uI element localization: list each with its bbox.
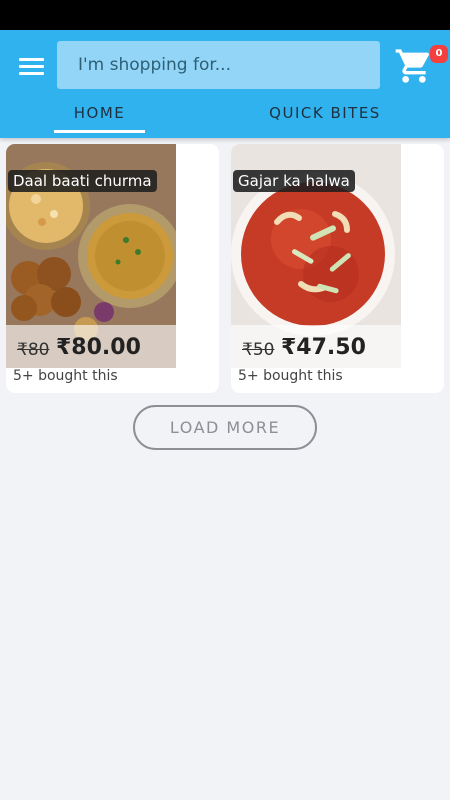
status-bar [0, 0, 450, 30]
cart-icon [395, 49, 430, 83]
product-card[interactable]: Daal baati churma ₹80 ₹80.00 5+ bought t… [6, 144, 219, 393]
tab-home[interactable]: HOME [54, 104, 145, 122]
original-price: ₹80 [17, 340, 50, 360]
cart-count-badge: 0 [430, 45, 448, 63]
sale-price: ₹47.50 [281, 335, 366, 360]
bought-count: 5+ bought this [13, 368, 118, 384]
search-input[interactable] [57, 41, 380, 89]
app-header: 0 HOME QUICK BITES [0, 30, 450, 138]
original-price: ₹50 [242, 340, 275, 360]
cart-button[interactable] [394, 46, 434, 86]
bought-count: 5+ bought this [238, 368, 343, 384]
product-card[interactable]: Gajar ka halwa ₹50 ₹47.50 5+ bought this [231, 144, 444, 393]
sale-price: ₹80.00 [56, 335, 141, 360]
product-name: Daal baati churma [8, 170, 157, 192]
tab-quick-bites[interactable]: QUICK BITES [262, 104, 388, 122]
active-tab-indicator [54, 130, 145, 133]
search-box[interactable] [57, 41, 380, 89]
menu-icon[interactable] [16, 54, 48, 80]
product-name: Gajar ka halwa [233, 170, 355, 192]
load-more-button[interactable]: LOAD MORE [133, 405, 317, 450]
